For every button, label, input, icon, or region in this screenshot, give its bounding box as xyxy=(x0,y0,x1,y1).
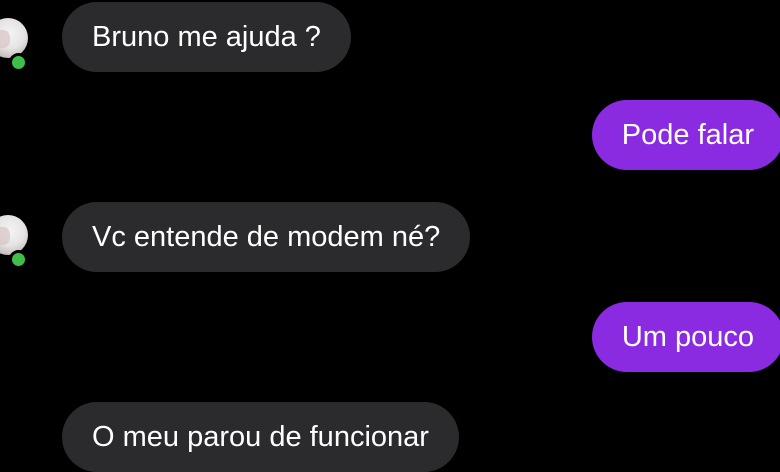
online-status-icon xyxy=(9,250,28,269)
online-status-icon xyxy=(9,53,28,72)
message-text: Bruno me ajuda ? xyxy=(92,20,321,53)
outgoing-message-bubble[interactable]: Pode falar xyxy=(591,100,780,170)
message-text: O meu parou de funcionar xyxy=(92,420,429,453)
chat-thread: Bruno me ajuda ? Pode falar Vc entende d… xyxy=(0,0,780,472)
incoming-message-bubble[interactable]: Bruno me ajuda ? xyxy=(62,2,351,72)
message-text: Vc entende de modem né? xyxy=(92,220,441,253)
incoming-message-bubble[interactable]: Vc entende de modem né? xyxy=(62,202,471,272)
message-text: Um pouco xyxy=(621,320,754,353)
message-text: Pode falar xyxy=(621,118,754,151)
contact-avatar[interactable] xyxy=(0,18,28,58)
contact-avatar[interactable] xyxy=(0,215,28,255)
outgoing-message-bubble[interactable]: Um pouco xyxy=(591,302,780,372)
incoming-message-bubble[interactable]: O meu parou de funcionar xyxy=(62,402,459,472)
